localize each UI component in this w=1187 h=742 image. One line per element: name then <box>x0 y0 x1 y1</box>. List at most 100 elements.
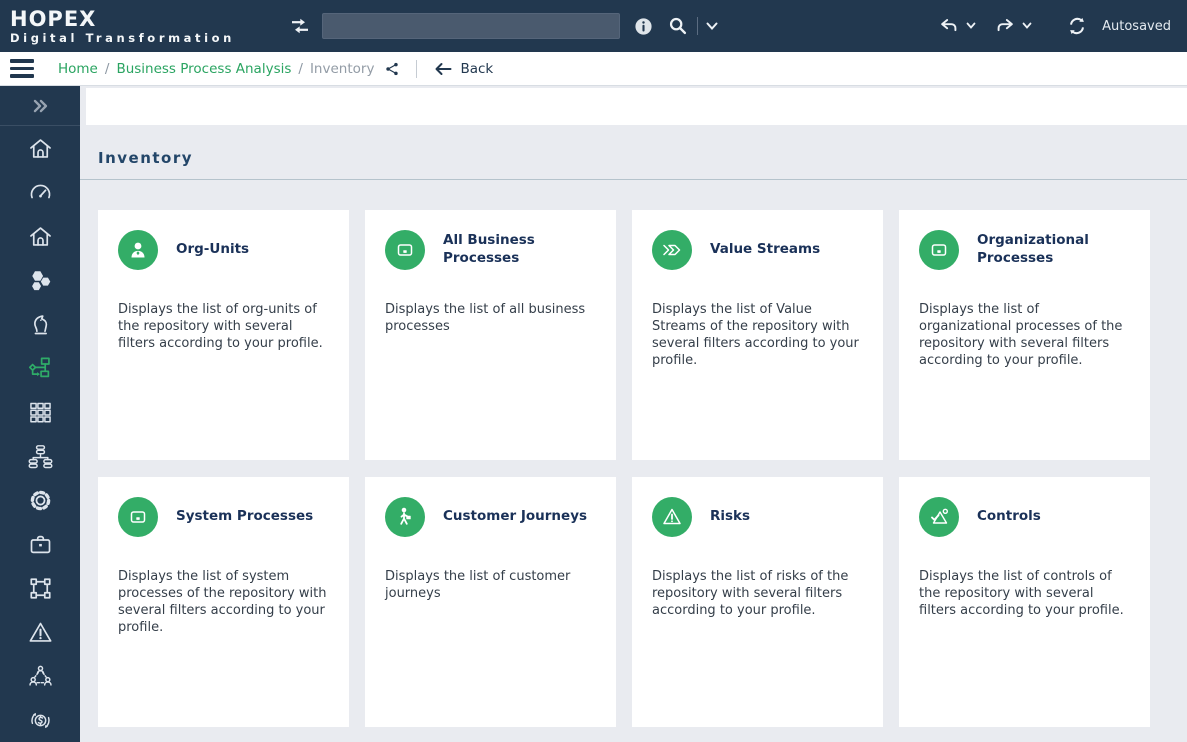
card-header: Org-Units <box>118 230 329 270</box>
header-divider <box>697 17 698 35</box>
sidebar-item-portfolio[interactable] <box>0 522 80 566</box>
card-description: Displays the list of org-units of the re… <box>118 302 323 351</box>
home-icon <box>29 138 51 158</box>
search-icon[interactable] <box>667 15 689 37</box>
sidebar-expand-chevrons-icon[interactable] <box>0 86 80 125</box>
card-title: All Business Processes <box>443 232 535 266</box>
back-button[interactable]: Back <box>434 61 493 77</box>
value-stream-arrow-icon <box>652 230 692 270</box>
sidebar-item-org-collaboration[interactable] <box>0 654 80 698</box>
dashboard-gauge-icon <box>30 184 50 198</box>
breadcrumb-current: Inventory <box>309 60 375 77</box>
card-header: All Business Processes <box>385 230 596 270</box>
logo-title: HOPEX <box>10 6 97 31</box>
card-header: System Processes <box>118 497 329 537</box>
card-risks[interactable]: Risks Displays the list of risks of the … <box>632 477 883 727</box>
card-description: Displays the list of system processes of… <box>118 569 327 635</box>
content-toolbar-band <box>86 88 1187 125</box>
breadcrumb-divider <box>416 59 418 78</box>
card-title: Org-Units <box>176 241 250 258</box>
card-all-business-processes[interactable]: All Business Processes Displays the list… <box>365 210 616 460</box>
sidebar-item-settings[interactable] <box>0 478 80 522</box>
currency-sync-icon <box>30 712 50 728</box>
hopex-logo: HOPEX Digital Transformation <box>10 8 288 44</box>
process-screen-icon <box>919 230 959 270</box>
controls-check-triangle-icon <box>919 497 959 537</box>
card-header: Value Streams <box>652 230 863 270</box>
card-header: Risks <box>652 497 863 537</box>
card-controls[interactable]: Controls Displays the list of controls o… <box>899 477 1150 727</box>
card-title: Risks <box>710 508 751 525</box>
sidebar-item-risks[interactable] <box>0 610 80 654</box>
title-divider <box>80 179 1187 180</box>
transfer-icon[interactable] <box>288 14 312 38</box>
process-screen-icon <box>118 497 158 537</box>
info-icon[interactable] <box>634 17 653 36</box>
undo-icon[interactable] <box>938 16 960 36</box>
sidebar-item-home[interactable] <box>0 126 80 170</box>
sidebar-item-data-architecture[interactable] <box>0 434 80 478</box>
sidebar-item-hexagons[interactable] <box>0 258 80 302</box>
breadcrumb-section-link[interactable]: Business Process Analysis <box>116 61 291 77</box>
apps-grid-icon <box>29 402 51 422</box>
card-title: Controls <box>977 508 1041 525</box>
share-icon[interactable] <box>385 62 399 76</box>
search-input[interactable] <box>322 13 620 39</box>
warning-triangle-icon <box>29 622 51 642</box>
undo-options-chevron-icon[interactable] <box>966 22 976 30</box>
sidebar-item-home-alt[interactable] <box>0 214 80 258</box>
card-header: Controls <box>919 497 1130 537</box>
sidebar-item-diagram[interactable] <box>0 566 80 610</box>
card-title: Customer Journeys <box>443 508 588 525</box>
card-title: Value Streams <box>710 241 821 258</box>
gear-icon <box>30 490 50 510</box>
sidebar-item-strategy[interactable] <box>0 302 80 346</box>
breadcrumb-bar: Home / Business Process Analysis / Inven… <box>0 52 1187 86</box>
card-description: Displays the list of customer journeys <box>385 569 571 601</box>
card-org-units[interactable]: Org-Units Displays the list of org-units… <box>98 210 349 460</box>
main-content: Inventory Org-Units Displays the list of… <box>80 86 1187 742</box>
back-button-label: Back <box>460 60 494 77</box>
inventory-card-grid: Org-Units Displays the list of org-units… <box>98 210 1169 727</box>
sync-icon[interactable] <box>1066 15 1088 37</box>
card-title: System Processes <box>176 508 314 525</box>
breadcrumb-home-link[interactable]: Home <box>58 61 98 77</box>
hexagons-icon <box>31 270 50 290</box>
app-header: HOPEX Digital Transformation Autosaved <box>0 0 1187 52</box>
breadcrumb: Home / Business Process Analysis / Inven… <box>58 59 493 78</box>
menu-hamburger-icon[interactable] <box>10 59 34 78</box>
diagram-selection-icon <box>29 577 51 599</box>
card-header: Customer Journeys <box>385 497 596 537</box>
process-flowchart-icon <box>28 357 50 377</box>
process-screen-icon <box>385 230 425 270</box>
page-title: Inventory <box>98 149 194 167</box>
redo-options-chevron-icon[interactable] <box>1022 22 1032 30</box>
card-organizational-processes[interactable]: Organizational Processes Displays the li… <box>899 210 1150 460</box>
header-right-group: Autosaved <box>938 15 1171 37</box>
card-customer-journeys[interactable]: Customer Journeys Displays the list of c… <box>365 477 616 727</box>
risk-triangle-icon <box>652 497 692 537</box>
sidebar-item-apps[interactable] <box>0 390 80 434</box>
card-header: Organizational Processes <box>919 230 1130 270</box>
back-arrow-icon <box>435 62 452 75</box>
briefcase-icon <box>30 535 50 553</box>
sidebar-item-dashboard[interactable] <box>0 170 80 214</box>
card-system-processes[interactable]: System Processes Displays the list of sy… <box>98 477 349 727</box>
card-description: Displays the list of controls of the rep… <box>919 569 1124 618</box>
chevron-down-icon[interactable] <box>706 22 718 31</box>
customer-journey-person-icon <box>385 497 425 537</box>
card-description: Displays the list of organizational proc… <box>919 302 1123 368</box>
sidebar <box>0 86 80 742</box>
sidebar-item-currency-sync[interactable] <box>0 698 80 742</box>
card-title: Organizational Processes <box>977 232 1089 266</box>
hopex-screen: HOPEX Digital Transformation Autosaved H… <box>0 0 1187 742</box>
home-icon <box>29 226 51 246</box>
card-description: Displays the list of all business proces… <box>385 302 586 334</box>
card-value-streams[interactable]: Value Streams Displays the list of Value… <box>632 210 883 460</box>
card-description: Displays the list of Value Streams of th… <box>652 302 859 368</box>
card-description: Displays the list of risks of the reposi… <box>652 569 849 618</box>
chess-knight-icon <box>33 314 47 334</box>
redo-icon[interactable] <box>994 16 1016 36</box>
sidebar-item-process-flowchart[interactable] <box>0 346 80 390</box>
logo-subtitle: Digital Transformation <box>10 30 235 45</box>
